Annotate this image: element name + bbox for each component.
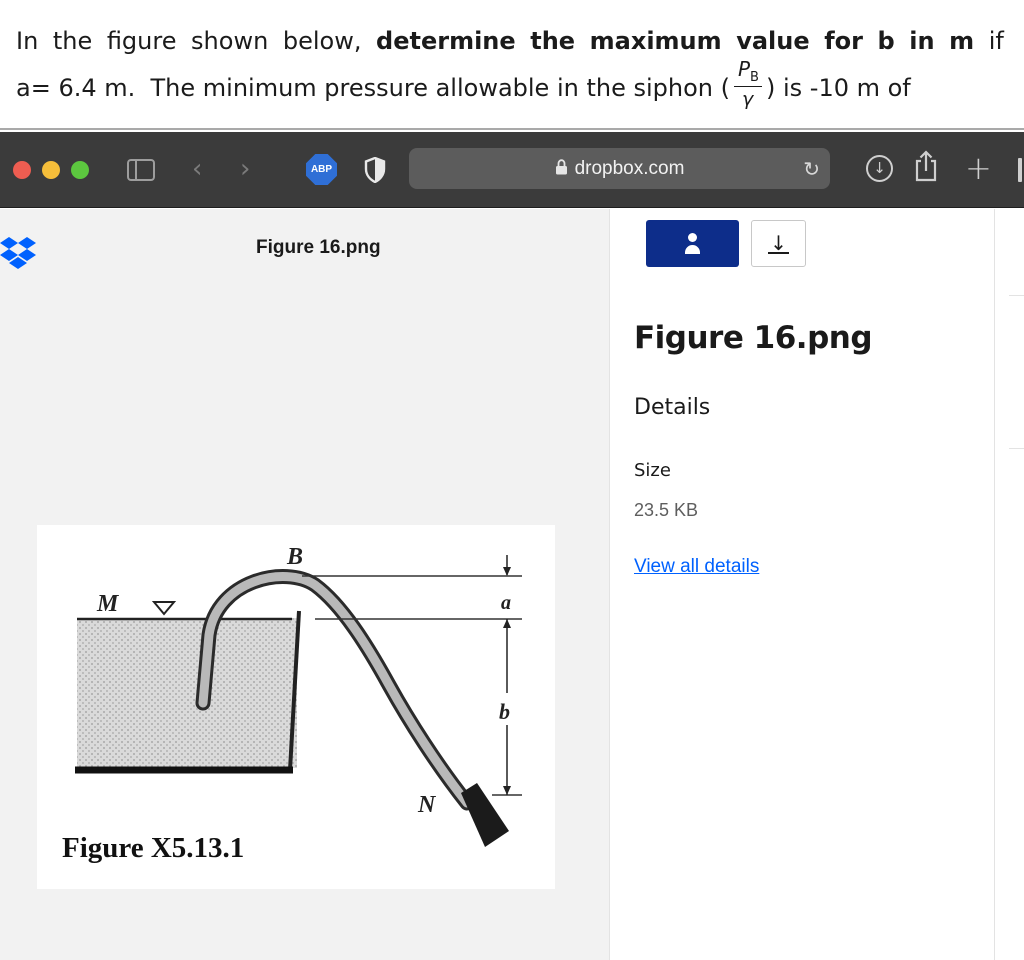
question-word: maximum [589, 27, 722, 55]
label-B: B [286, 544, 303, 570]
label-a: a [501, 592, 511, 614]
tab-overview-edge[interactable] [1018, 158, 1022, 182]
label-b: b [499, 699, 510, 724]
question-word: below, [282, 27, 362, 55]
panel-file-title: Figure 16.png [634, 320, 873, 356]
size-value: 23.5 KB [634, 500, 699, 520]
download-arrow-icon: ↓ [770, 231, 787, 255]
new-tab-icon[interactable]: + [965, 152, 992, 184]
details-heading: Details [634, 395, 711, 420]
question-line-2-start: a= 6.4 m. The minimum pressure allowable… [16, 74, 730, 102]
back-icon[interactable]: ‹ [192, 156, 202, 182]
question-word: value [736, 27, 810, 55]
size-label: Size [634, 460, 671, 481]
address-bar[interactable]: dropbox.com ↻ [409, 148, 830, 189]
siphon-figure: B M a b N Figure X5.13.1 [62, 544, 522, 864]
share-icon[interactable] [914, 150, 938, 182]
address-text: dropbox.com [574, 158, 685, 179]
figure-image: B M a b N Figure X5.13.1 [37, 525, 555, 889]
question-line-2-end: ) is -10 m of [765, 74, 911, 102]
shield-icon[interactable] [364, 157, 386, 183]
question-word: the [52, 27, 93, 55]
adblock-icon[interactable]: ABP [306, 154, 337, 185]
dropbox-logo-icon[interactable] [0, 236, 38, 270]
question-word: figure [106, 27, 177, 55]
minimize-window-button[interactable] [42, 161, 60, 179]
question-word: for [824, 27, 863, 55]
fraction-denominator: γ [741, 88, 754, 110]
question-word: b [877, 27, 895, 55]
file-name-header: Figure 16.png [256, 237, 381, 258]
share-button[interactable] [646, 220, 739, 267]
browser-toolbar: ‹ › ABP dropbox.com ↻ ↓ + [0, 132, 1024, 208]
question-word: if [988, 27, 1004, 55]
question-word: in [909, 27, 935, 55]
fraction-subscript: B [750, 70, 759, 85]
zoom-window-button[interactable] [71, 161, 89, 179]
view-all-details-link[interactable]: View all details [634, 556, 759, 578]
file-preview: Figure 16.png B M a b N Figure X5.13.1 [0, 209, 609, 960]
download-button[interactable]: ↓ [751, 220, 806, 267]
question-word: the [530, 27, 576, 55]
lock-icon [555, 159, 567, 175]
question-word: In [16, 27, 39, 55]
right-edge-panel [995, 209, 1024, 960]
sidebar-icon[interactable] [127, 159, 155, 181]
reload-icon[interactable]: ↻ [803, 157, 820, 181]
label-N: N [417, 792, 437, 818]
question-line-2: a= 6.4 m. The minimum pressure allowable… [16, 57, 1004, 110]
details-panel: ↓ Figure 16.png Details Size 23.5 KB Vie… [609, 209, 995, 960]
question-word: determine [376, 27, 516, 55]
pressure-fraction: PB γ [730, 57, 766, 110]
forward-icon[interactable]: › [240, 156, 250, 182]
label-M: M [96, 591, 120, 617]
question-line-1: In the figure shown below, determine the maximu… [16, 27, 1004, 55]
question-text: In the figure shown below, determine the maximu… [0, 0, 1024, 130]
person-icon [688, 233, 697, 242]
download-icon[interactable]: ↓ [866, 155, 893, 182]
question-word: shown [191, 27, 269, 55]
close-window-button[interactable] [13, 161, 31, 179]
figure-caption: Figure X5.13.1 [62, 832, 244, 864]
question-word: m [949, 27, 975, 55]
fraction-numerator: P [737, 57, 751, 81]
